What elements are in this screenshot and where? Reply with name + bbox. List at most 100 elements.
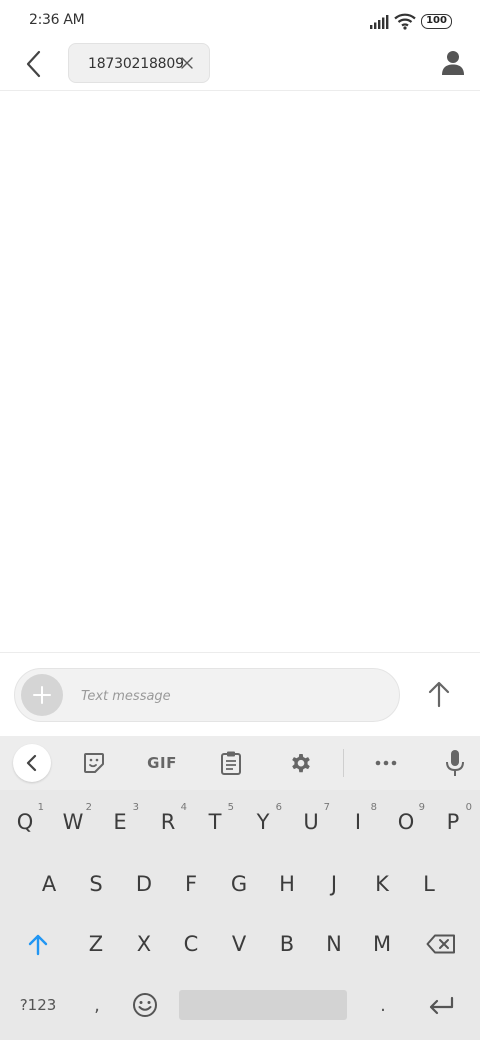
contact-person-icon[interactable] (441, 50, 465, 76)
collapse-toolbar-button[interactable] (13, 744, 51, 782)
key-label: F (184, 872, 198, 896)
key-z[interactable]: Z (74, 916, 118, 972)
message-list (0, 91, 480, 652)
emoji-key[interactable] (130, 990, 160, 1020)
clipboard-button[interactable] (218, 748, 244, 778)
key-label: N (326, 932, 342, 956)
key-hint: 9 (418, 802, 425, 813)
key-g[interactable]: G (217, 856, 261, 912)
key-v[interactable]: V (217, 916, 261, 972)
key-label: Q (16, 810, 34, 834)
key-a[interactable]: A (27, 856, 71, 912)
key-label: Y (256, 810, 270, 834)
key-r[interactable]: R4 (146, 794, 190, 850)
conversation-header: 18730218809 (0, 42, 480, 91)
backspace-key[interactable] (419, 916, 463, 972)
gif-label: GIF (147, 754, 177, 772)
enter-arrow-icon (429, 996, 454, 1015)
key-m[interactable]: M (360, 916, 404, 972)
gif-button[interactable]: GIF (144, 748, 180, 778)
shift-key[interactable] (16, 916, 60, 972)
keyboard: G I F Q 1 W 2 E 3 R 4 T 5 Y 6 U 7 I 8 O 9 … (0, 736, 480, 1040)
key-label: W (62, 810, 84, 834)
comma-key[interactable]: , (82, 990, 112, 1020)
key-hint: 6 (275, 802, 282, 813)
key-y[interactable]: Y6 (241, 794, 285, 850)
space-bar[interactable] (179, 990, 347, 1020)
wifi-icon (394, 13, 416, 30)
key-h[interactable]: H (265, 856, 309, 912)
microphone-icon (446, 750, 464, 776)
gear-icon (292, 754, 310, 773)
sticker-icon (84, 753, 104, 773)
key-w[interactable]: W2 (51, 794, 95, 850)
keyboard-toolbar: GIF (0, 736, 480, 790)
key-label: S (89, 872, 103, 896)
key-label: P (446, 810, 460, 834)
recipient-chip[interactable]: 18730218809 (68, 43, 210, 83)
key-u[interactable]: U7 (289, 794, 333, 850)
recipient-number: 18730218809 (88, 56, 184, 72)
key-hint: 0 (465, 802, 472, 813)
key-label: B (279, 932, 295, 956)
key-k[interactable]: K (360, 856, 404, 912)
key-t[interactable]: T5 (193, 794, 237, 850)
message-input[interactable]: Text message (14, 668, 400, 722)
key-label: Z (88, 932, 104, 956)
clipboard-icon (221, 751, 241, 775)
compose-bar: Text message (0, 652, 480, 736)
key-hint: 8 (370, 802, 377, 813)
send-arrow-icon[interactable] (425, 679, 453, 709)
status-time: 2:36 AM (29, 12, 85, 28)
add-attachment-button[interactable] (21, 674, 63, 716)
key-label: K (375, 872, 389, 896)
key-label: A (41, 872, 57, 896)
emoji-icon (133, 993, 157, 1017)
key-d[interactable]: D (122, 856, 166, 912)
symbols-label: ?123 (19, 996, 57, 1014)
period-key[interactable]: . (368, 990, 398, 1020)
key-label: T (208, 810, 222, 834)
message-placeholder: Text message (81, 689, 171, 704)
key-i[interactable]: I8 (336, 794, 380, 850)
key-p[interactable]: P0 (431, 794, 475, 850)
key-o[interactable]: O9 (384, 794, 428, 850)
close-icon[interactable] (180, 56, 194, 70)
signal-icon (370, 15, 389, 29)
key-n[interactable]: N (312, 916, 356, 972)
key-b[interactable]: B (265, 916, 309, 972)
key-label: J (330, 872, 338, 896)
toolbar-divider (343, 749, 344, 777)
key-f[interactable]: F (169, 856, 213, 912)
key-j[interactable]: J (312, 856, 356, 912)
key-hint: 5 (227, 802, 234, 813)
key-x[interactable]: X (122, 916, 166, 972)
sticker-button[interactable] (80, 748, 108, 778)
more-options-button[interactable] (372, 748, 400, 778)
enter-key[interactable] (424, 990, 458, 1020)
key-label: C (183, 932, 199, 956)
more-horizontal-icon (375, 760, 397, 766)
key-e[interactable]: E3 (98, 794, 142, 850)
key-hint: 4 (180, 802, 187, 813)
key-label: O (397, 810, 415, 834)
key-q[interactable]: Q1 (3, 794, 47, 850)
key-l[interactable]: L (407, 856, 451, 912)
key-label: U (303, 810, 319, 834)
key-label: D (135, 872, 153, 896)
battery-icon: 100 (421, 14, 452, 29)
key-s[interactable]: S (74, 856, 118, 912)
back-arrow-icon[interactable] (20, 48, 48, 80)
settings-button[interactable] (287, 748, 315, 778)
key-hint: 1 (37, 802, 44, 813)
key-hint: 2 (85, 802, 92, 813)
comma-label: , (94, 994, 100, 1016)
key-label: L (423, 872, 435, 896)
key-c[interactable]: C (169, 916, 213, 972)
status-bar: 2:36 AM 100 (0, 0, 480, 42)
key-label: I (354, 810, 362, 834)
key-label: R (160, 810, 176, 834)
key-label: V (231, 932, 247, 956)
symbols-key[interactable]: ?123 (14, 990, 62, 1020)
voice-input-button[interactable] (443, 748, 467, 778)
